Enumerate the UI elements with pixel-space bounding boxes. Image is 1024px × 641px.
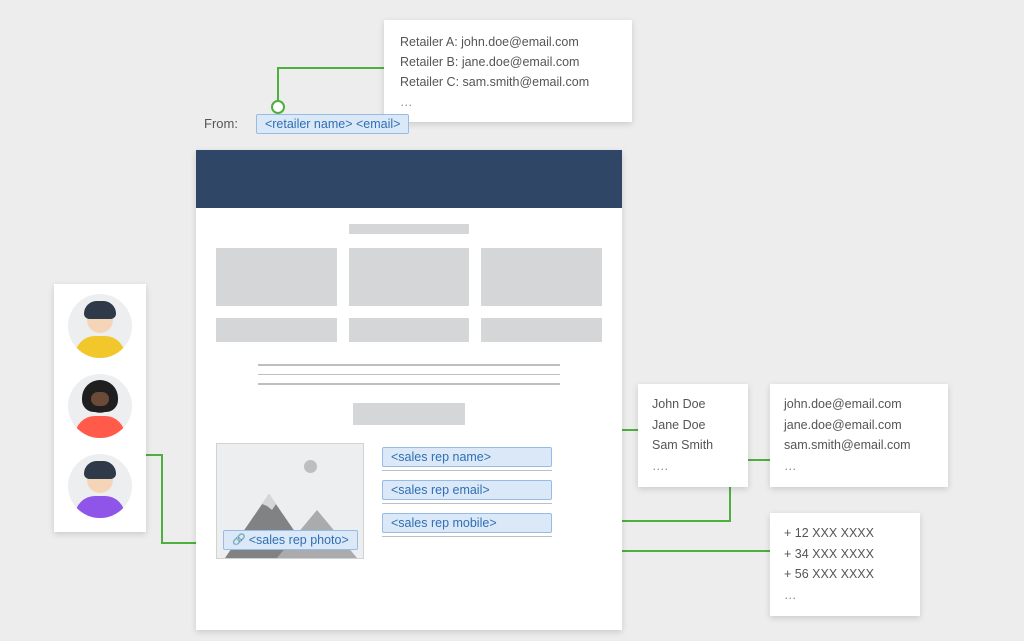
email-header-bar xyxy=(196,150,622,208)
retailer-line: Retailer A: john.doe@email.com xyxy=(400,32,616,52)
sales-rep-photo-placeholder: 🔗 <sales rep photo> xyxy=(216,443,364,559)
ellipsis: … xyxy=(400,92,616,112)
avatar xyxy=(68,454,132,518)
sun-icon xyxy=(304,460,317,473)
placeholder-image-row xyxy=(216,248,602,306)
avatars-card xyxy=(54,284,146,532)
email-line: sam.smith@email.com xyxy=(784,435,934,456)
sales-rep-mobile-token: <sales rep mobile> xyxy=(382,513,552,533)
from-row: From: <retailer name> <email> xyxy=(196,112,409,135)
email-template-wireframe: 🔗 <sales rep photo> <sales rep name> <sa… xyxy=(196,150,622,630)
placeholder-tile xyxy=(216,248,337,306)
names-list-card: John Doe Jane Doe Sam Smith …. xyxy=(638,384,748,487)
footer-fields: <sales rep name> <sales rep email> <sale… xyxy=(382,443,602,537)
email-line: john.doe@email.com xyxy=(784,394,934,415)
ellipsis: … xyxy=(784,456,934,477)
placeholder-text-lines xyxy=(258,364,559,385)
phone-line: + 34 XXX XXXX xyxy=(784,544,906,565)
placeholder-cta xyxy=(353,403,465,425)
email-line: jane.doe@email.com xyxy=(784,415,934,436)
name-line: John Doe xyxy=(652,394,734,415)
avatar xyxy=(68,294,132,358)
retailer-name-email-token: <retailer name> <email> xyxy=(256,114,410,134)
placeholder-tile xyxy=(481,318,602,342)
ellipsis: …. xyxy=(652,456,734,477)
placeholder-tile xyxy=(349,248,470,306)
email-footer: 🔗 <sales rep photo> <sales rep name> <sa… xyxy=(216,443,602,559)
from-label: From: xyxy=(196,112,246,135)
avatar xyxy=(68,374,132,438)
placeholder-tile xyxy=(349,318,470,342)
placeholder-tile xyxy=(481,248,602,306)
placeholder-tile xyxy=(216,318,337,342)
email-body: 🔗 <sales rep photo> <sales rep name> <sa… xyxy=(196,208,622,630)
emails-list-card: john.doe@email.com jane.doe@email.com sa… xyxy=(770,384,948,487)
link-icon: 🔗 xyxy=(232,533,246,546)
ellipsis: … xyxy=(784,585,906,606)
retailer-list-card: Retailer A: john.doe@email.com Retailer … xyxy=(384,20,632,122)
retailer-line: Retailer C: sam.smith@email.com xyxy=(400,72,616,92)
retailer-line: Retailer B: jane.doe@email.com xyxy=(400,52,616,72)
placeholder-title xyxy=(349,224,469,234)
phones-list-card: + 12 XXX XXXX + 34 XXX XXXX + 56 XXX XXX… xyxy=(770,513,920,616)
sales-rep-name-token: <sales rep name> xyxy=(382,447,552,467)
sales-rep-photo-token: 🔗 <sales rep photo> xyxy=(223,530,358,550)
name-line: Jane Doe xyxy=(652,415,734,436)
name-line: Sam Smith xyxy=(652,435,734,456)
phone-line: + 12 XXX XXXX xyxy=(784,523,906,544)
phone-line: + 56 XXX XXXX xyxy=(784,564,906,585)
placeholder-caption-row xyxy=(216,318,602,342)
sales-rep-email-token: <sales rep email> xyxy=(382,480,552,500)
